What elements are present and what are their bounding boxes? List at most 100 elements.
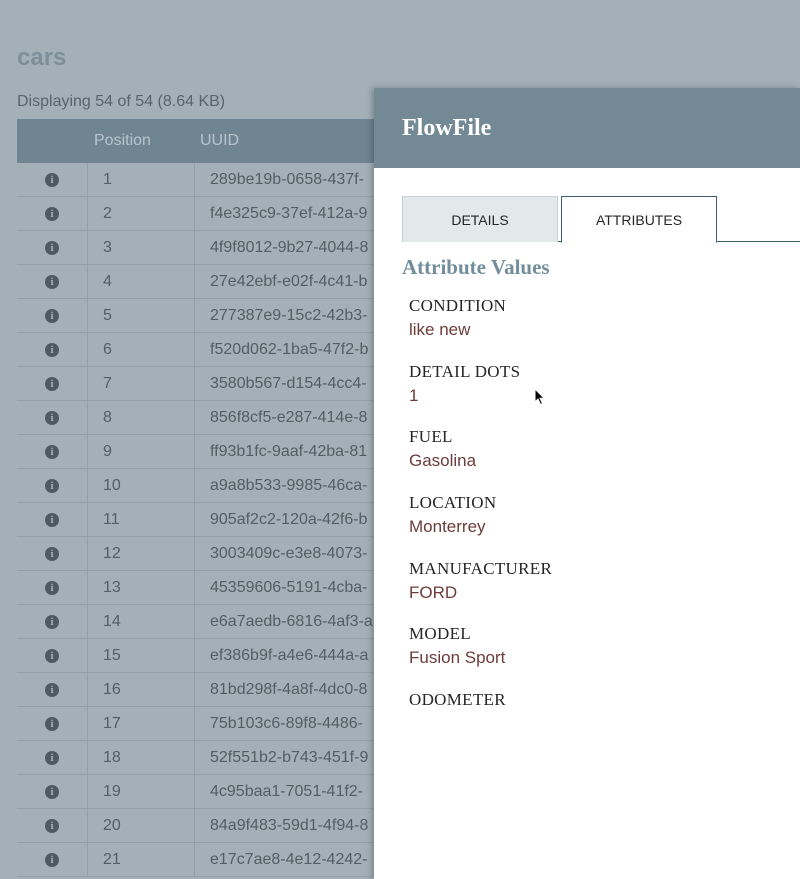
info-icon[interactable]: i — [45, 342, 59, 357]
row-info-cell: i — [17, 502, 88, 537]
info-icon[interactable]: i — [45, 206, 59, 221]
table-row: i 8 856f8cf5-e287-414e-8 — [17, 400, 417, 435]
table-header: Position UUID — [17, 119, 417, 163]
row-info-cell: i — [17, 468, 88, 503]
attribute-name: MANUFACTURER — [409, 558, 553, 578]
info-icon[interactable]: i — [45, 682, 59, 697]
attribute-value: Monterrey — [409, 517, 486, 537]
queue-title: cars — [17, 44, 67, 71]
dialog-tabs: DETAILS ATTRIBUTES — [402, 196, 800, 243]
row-position: 14 — [88, 604, 195, 639]
row-position: 9 — [88, 434, 195, 469]
attribute-list: CONDITION like new DETAIL DOTS 1 FUEL Gasolin… — [409, 296, 552, 756]
dialog-title: FlowFile — [402, 114, 492, 141]
attribute-values-heading: Attribute Values — [402, 255, 550, 279]
row-info-cell: i — [17, 706, 88, 741]
attribute-item: FUEL Gasolina — [409, 427, 552, 493]
attribute-name: ODOMETER — [409, 690, 506, 710]
row-position: 4 — [88, 264, 195, 299]
info-icon[interactable]: i — [45, 274, 59, 289]
table-row: i 9 ff93b1fc-9aaf-42ba-81 — [17, 434, 417, 469]
table-row: i 1 289be19b-0658-437f- — [17, 162, 417, 197]
table-row: i 7 3580b567-d154-4cc4- — [17, 366, 417, 401]
info-icon[interactable]: i — [45, 750, 59, 765]
table-row: i 12 3003409c-e3e8-4073- — [17, 536, 417, 571]
attribute-item: DETAIL DOTS 1 — [409, 362, 552, 428]
info-icon[interactable]: i — [45, 512, 59, 527]
attribute-item: MANUFACTURER FORD — [409, 559, 552, 625]
attribute-item: ODOMETER — [409, 690, 552, 756]
row-position: 20 — [88, 808, 195, 843]
table-row: i 14 e6a7aedb-6816-4af3-a — [17, 604, 417, 639]
tab-attributes[interactable]: ATTRIBUTES — [561, 196, 717, 243]
row-info-cell: i — [17, 230, 88, 265]
info-icon[interactable]: i — [45, 546, 59, 561]
info-icon[interactable]: i — [45, 648, 59, 663]
table-row: i 17 75b103c6-89f8-4486- — [17, 706, 417, 741]
attribute-name: DETAIL DOTS — [409, 361, 521, 381]
info-icon[interactable]: i — [45, 240, 59, 255]
row-info-cell: i — [17, 264, 88, 299]
row-info-cell: i — [17, 434, 88, 469]
info-icon[interactable]: i — [45, 478, 59, 493]
row-info-cell: i — [17, 774, 88, 809]
attribute-name: FUEL — [409, 427, 453, 447]
flowfile-dialog: FlowFile DETAILS ATTRIBUTES Attribute Va… — [374, 88, 800, 879]
row-info-cell: i — [17, 842, 88, 877]
table-row: i 4 27e42ebf-e02f-4c41-b — [17, 264, 417, 299]
attribute-item: MODEL Fusion Sport — [409, 624, 552, 690]
row-position: 1 — [88, 162, 195, 197]
attribute-name: CONDITION — [409, 296, 507, 315]
info-icon[interactable]: i — [45, 580, 59, 595]
row-position: 3 — [88, 230, 195, 265]
table-row: i 11 905af2c2-120a-42f6-b — [17, 502, 417, 537]
info-icon[interactable]: i — [45, 852, 59, 867]
info-icon[interactable]: i — [45, 614, 59, 629]
row-position: 21 — [88, 842, 195, 877]
row-position: 12 — [88, 536, 195, 571]
queue-summary: Displaying 54 of 54 (8.64 KB) — [17, 93, 226, 110]
info-icon[interactable]: i — [45, 784, 59, 799]
info-icon[interactable]: i — [45, 716, 59, 731]
row-position: 13 — [88, 570, 195, 605]
row-position: 5 — [88, 298, 195, 333]
row-position: 10 — [88, 468, 195, 503]
attribute-item: LOCATION Monterrey — [409, 493, 552, 559]
row-position: 16 — [88, 672, 195, 707]
header-position[interactable]: Position — [88, 132, 195, 150]
row-position: 15 — [88, 638, 195, 673]
table-row: i 13 45359606-5191-4cba- — [17, 570, 417, 605]
attribute-value: like new — [409, 320, 471, 339]
flowfile-table: Position UUID i 1 289be19b-0658-437f-i 2 f4e… — [17, 119, 417, 877]
info-icon[interactable]: i — [45, 410, 59, 425]
table-row: i 21 e17c7ae8-4e12-4242- — [17, 842, 417, 877]
info-icon[interactable]: i — [45, 172, 59, 187]
table-row: i 18 52f551b2-b743-451f-9 — [17, 740, 417, 775]
info-icon[interactable]: i — [45, 444, 59, 459]
row-info-cell: i — [17, 672, 88, 707]
table-row: i 6 f520d062-1ba5-47f2-b — [17, 332, 417, 367]
info-icon[interactable]: i — [45, 308, 59, 323]
attribute-value: Gasolina — [409, 451, 477, 471]
dialog-header: FlowFile — [374, 88, 800, 168]
row-info-cell: i — [17, 196, 88, 231]
row-position: 18 — [88, 740, 195, 775]
table-row: i 5 277387e9-15c2-42b3- — [17, 298, 417, 333]
attribute-value: FORD — [409, 582, 458, 602]
row-position: 8 — [88, 400, 195, 435]
row-info-cell: i — [17, 298, 88, 333]
table-row: i 10 a9a8b533-9985-46ca- — [17, 468, 417, 503]
row-info-cell: i — [17, 536, 88, 571]
tab-details[interactable]: DETAILS — [402, 196, 558, 242]
table-row: i 20 84a9f483-59d1-4f94-8 — [17, 808, 417, 843]
info-icon[interactable]: i — [45, 818, 59, 833]
table-row: i 16 81bd298f-4a8f-4dc0-8 — [17, 672, 417, 707]
info-icon[interactable]: i — [45, 376, 59, 391]
row-position: 19 — [88, 774, 195, 809]
row-info-cell: i — [17, 162, 88, 197]
table-body: i 1 289be19b-0658-437f-i 2 f4e325c9-37ef-412… — [17, 162, 417, 877]
table-row: i 19 4c95baa1-7051-41f2- — [17, 774, 417, 809]
table-row: i 3 4f9f8012-9b27-4044-8 — [17, 230, 417, 265]
attribute-name: LOCATION — [409, 493, 497, 513]
attribute-name: MODEL — [409, 624, 471, 644]
